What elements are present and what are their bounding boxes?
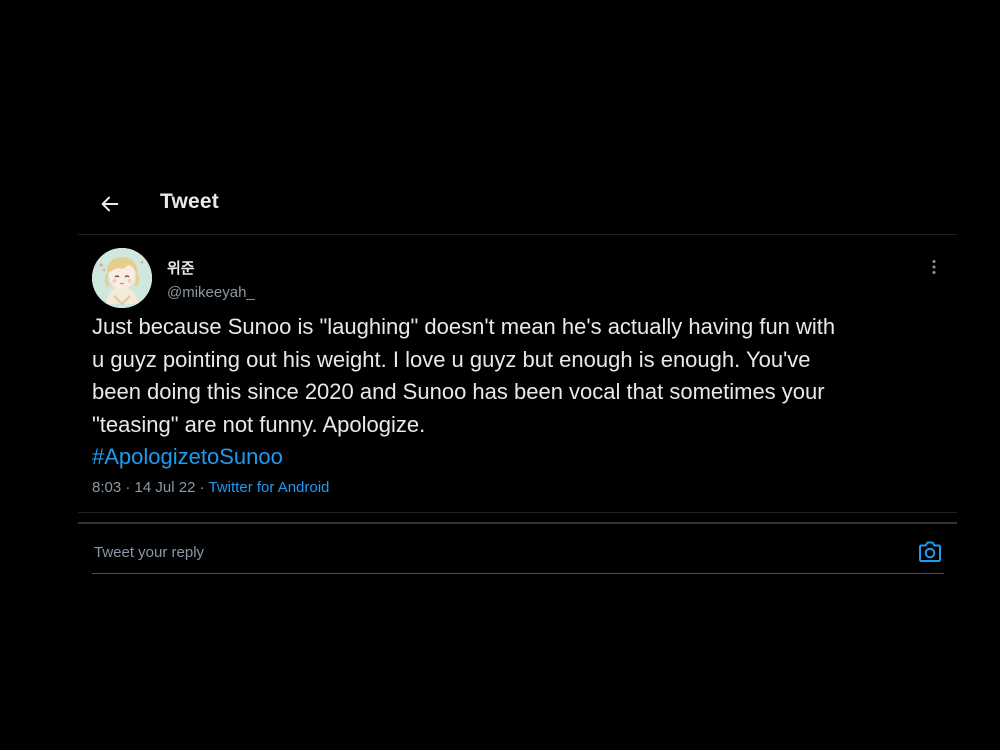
more-vertical-icon [932,260,936,274]
tweet-date[interactable]: 14 Jul 22 [135,479,196,496]
user-handle[interactable]: @mikeeyah_ [167,284,255,301]
avatar[interactable] [92,248,152,308]
avatar-illustration [92,248,152,308]
tweet-text: Just because Sunoo is "laughing" doesn't… [92,314,836,437]
tweet-time[interactable]: 8:03 [92,479,121,496]
reply-input[interactable] [92,532,896,572]
tweet-source-link[interactable]: Twitter for Android [209,479,330,496]
hashtag-link[interactable]: #ApologizetoSunoo [92,441,283,473]
meta-separator: · [125,479,131,496]
tweet-view: Tweet 위준 @mikeeyah_ Just because Sunoo i… [78,170,957,590]
page-title: Tweet [160,190,219,213]
divider [78,512,957,513]
divider [78,522,957,524]
meta-separator: · [199,479,205,496]
camera-icon [919,541,941,562]
tweet-metadata: 8:03 · 14 Jul 22 · Twitter for Android [92,479,329,496]
reply-underline [92,573,944,574]
media-button[interactable] [916,538,944,566]
more-options-button[interactable] [923,256,945,278]
back-button[interactable] [92,186,128,222]
top-bar: Tweet [78,170,957,235]
display-name[interactable]: 위준 [167,257,195,278]
arrow-left-icon [101,196,119,212]
